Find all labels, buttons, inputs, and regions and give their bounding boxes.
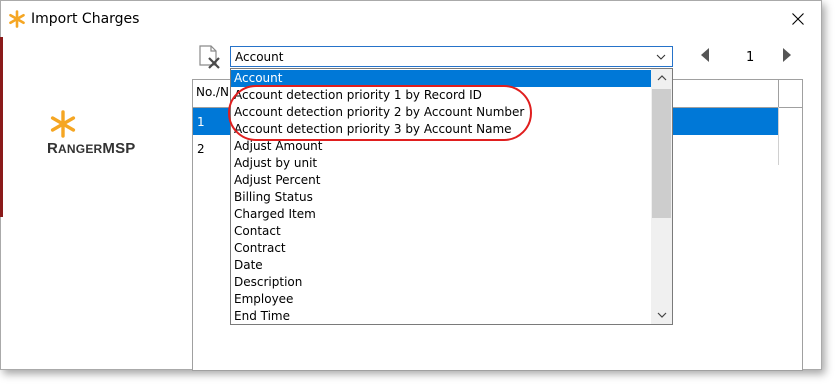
field-select-dropdown-list[interactable]: Account Account detection priority 1 by … xyxy=(230,68,673,325)
logo-wordmark: RANGERMSP xyxy=(47,140,136,157)
field-select-combo[interactable]: Account xyxy=(230,46,673,67)
prev-page-icon[interactable] xyxy=(698,46,712,64)
logo-anger: ANGER xyxy=(58,142,103,156)
window-edge-accent xyxy=(0,37,3,217)
logo-msp: MSP xyxy=(102,140,136,157)
chevron-down-icon xyxy=(656,54,666,60)
dropdown-option[interactable]: Account detection priority 3 by Account … xyxy=(231,121,651,138)
next-page-icon[interactable] xyxy=(780,46,794,64)
close-icon xyxy=(792,13,804,25)
dropdown-option[interactable]: Adjust Percent xyxy=(231,172,651,189)
asterisk-logo-icon xyxy=(50,110,76,138)
dropdown-option[interactable]: Employee xyxy=(231,291,651,308)
dropdown-option[interactable]: Charged Item xyxy=(231,206,651,223)
dropdown-option[interactable]: Adjust Amount xyxy=(231,138,651,155)
dropdown-option[interactable]: Contact xyxy=(231,223,651,240)
scrollbar-thumb[interactable] xyxy=(652,89,671,218)
grid-header-number: No./N xyxy=(196,85,229,99)
window-title: Import Charges xyxy=(31,11,140,27)
grid-column-divider xyxy=(778,107,779,165)
row-number: 2 xyxy=(197,142,205,156)
rangermsp-logo: RANGERMSP xyxy=(47,110,187,170)
dropdown-option[interactable]: Account detection priority 2 by Account … xyxy=(231,104,651,121)
asterisk-logo-icon xyxy=(9,10,25,28)
dropdown-option[interactable]: Billing Status xyxy=(231,189,651,206)
scroll-up-button[interactable] xyxy=(651,69,672,86)
title-bar: Import Charges xyxy=(1,1,821,37)
dropdown-option[interactable]: Account detection priority 1 by Record I… xyxy=(231,87,651,104)
chevron-down-icon xyxy=(657,312,666,318)
row-number: 1 xyxy=(197,115,205,129)
dropdown-option[interactable]: End Time xyxy=(231,308,651,324)
dropdown-option[interactable]: Account xyxy=(231,70,651,87)
dropdown-option[interactable]: Description xyxy=(231,274,651,291)
logo-letter-r: R xyxy=(47,140,59,157)
clear-file-icon[interactable] xyxy=(197,44,223,70)
close-button[interactable] xyxy=(775,1,821,37)
page-number: 1 xyxy=(746,50,755,65)
combo-value: Account xyxy=(235,50,284,64)
chevron-up-icon xyxy=(657,75,666,81)
import-charges-window: Import Charges RANGERMSP Account 1 No./N… xyxy=(0,0,822,371)
dropdown-option[interactable]: Date xyxy=(231,257,651,274)
grid-column-divider xyxy=(778,80,779,107)
scroll-down-button[interactable] xyxy=(651,307,672,324)
dropdown-scrollbar[interactable] xyxy=(651,69,672,324)
dropdown-option[interactable]: Contract xyxy=(231,240,651,257)
dropdown-option[interactable]: Adjust by unit xyxy=(231,155,651,172)
